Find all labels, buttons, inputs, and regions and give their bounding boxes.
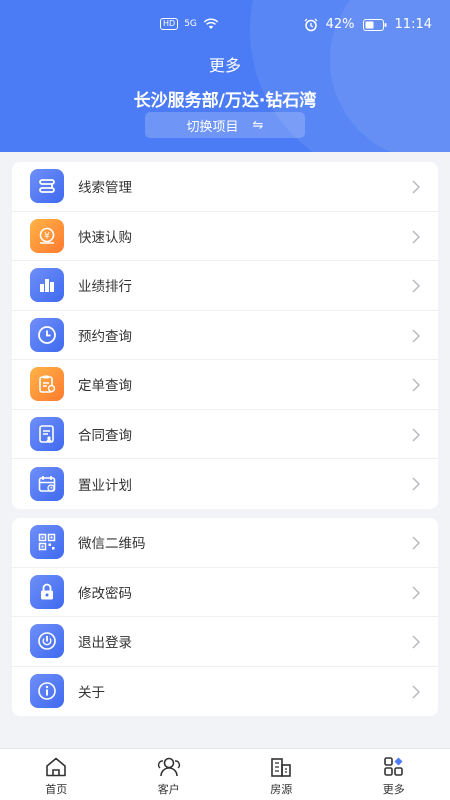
power-icon [30, 624, 64, 659]
menu-item-about[interactable]: 关于 [12, 667, 438, 717]
chevron-right-icon [412, 585, 420, 604]
hd-badge: HD [160, 18, 179, 30]
clock-icon [30, 317, 64, 352]
alarm-icon [304, 18, 318, 32]
chevron-right-icon [412, 179, 420, 198]
menu-card-main: 线索管理 ¥ 快速认购 业绩排行 预约查询 定单查询 合同查询 置业计划 [12, 162, 438, 509]
menu-card-account: 微信二维码 修改密码 退出登录 关于 [12, 518, 438, 716]
menu-item-performance-ranking[interactable]: 业绩排行 [12, 261, 438, 311]
chevron-right-icon [412, 634, 420, 653]
menu-item-label: 合同查询 [78, 427, 132, 444]
switch-project-label: 切换项目 [186, 119, 239, 135]
customers-icon [156, 756, 182, 778]
chevron-right-icon [412, 377, 420, 396]
battery-icon [362, 18, 387, 31]
qr-code-icon [30, 525, 64, 560]
building-icon [269, 756, 293, 778]
chevron-right-icon [412, 535, 420, 554]
menu-item-quick-subscribe[interactable]: ¥ 快速认购 [12, 212, 438, 261]
clock-time: 11:14 [394, 17, 432, 32]
menu-item-label: 修改密码 [78, 585, 132, 602]
menu-item-appointment-query[interactable]: 预约查询 [12, 311, 438, 360]
chevron-right-icon [412, 278, 420, 297]
header: HD 5G 42% 11:14 更多 长沙服务部/万达·钻石湾 切换项目 ⇋ [0, 0, 450, 152]
more-grid-icon [382, 756, 406, 778]
calendar-icon [30, 466, 64, 501]
info-icon [30, 674, 64, 709]
menu-item-order-query[interactable]: 定单查询 [12, 360, 438, 410]
tab-label: 客户 [157, 783, 180, 796]
menu-item-label: 预约查询 [78, 328, 132, 345]
wifi-icon [203, 18, 219, 30]
yuan-coin-icon: ¥ [30, 218, 64, 253]
menu-item-label: 置业计划 [78, 477, 132, 494]
contract-icon [30, 416, 64, 451]
menu-item-label: 微信二维码 [78, 536, 146, 553]
tab-home[interactable]: 首页 [0, 749, 113, 800]
swap-arrows-icon: ⇋ [252, 117, 264, 133]
tab-customers[interactable]: 客户 [113, 749, 226, 800]
project-name: 长沙服务部/万达·钻石湾 [133, 91, 317, 111]
tab-more[interactable]: 更多 [338, 749, 450, 800]
menu-item-label: 线索管理 [78, 180, 132, 197]
page-title: 更多 [208, 56, 241, 75]
home-icon [44, 756, 68, 778]
chevron-right-icon [412, 684, 420, 703]
tab-label: 首页 [45, 783, 68, 796]
chevron-right-icon [412, 229, 420, 248]
menu-item-label: 退出登录 [78, 635, 132, 652]
route-icon [30, 169, 64, 204]
menu-item-change-password[interactable]: 修改密码 [12, 568, 438, 617]
menu-item-contract-query[interactable]: 合同查询 [12, 410, 438, 459]
menu-item-label: 定单查询 [78, 378, 132, 395]
menu-item-label: 关于 [78, 685, 105, 702]
lock-icon [30, 574, 64, 609]
switch-project-button[interactable]: 切换项目 ⇋ [145, 112, 305, 138]
bottom-tab-bar: 首页 客户 房源 更多 [0, 748, 450, 800]
chevron-right-icon [412, 476, 420, 495]
svg-text:¥: ¥ [44, 231, 50, 241]
tab-listings[interactable]: 房源 [225, 749, 338, 800]
bar-chart-icon [30, 268, 64, 303]
chevron-right-icon [412, 427, 420, 446]
menu-item-logout[interactable]: 退出登录 [12, 617, 438, 667]
tab-label: 更多 [382, 783, 405, 796]
tab-label: 房源 [270, 783, 293, 796]
menu-item-label: 业绩排行 [78, 279, 132, 296]
status-bar: HD 5G 42% 11:14 [0, 0, 450, 52]
battery-percent: 42% [325, 17, 355, 32]
menu-item-purchase-plan[interactable]: 置业计划 [12, 459, 438, 509]
signal-indicator: 5G [184, 19, 197, 29]
menu-item-label: 快速认购 [78, 229, 132, 246]
menu-item-lead-management[interactable]: 线索管理 [12, 162, 438, 212]
chevron-right-icon [412, 328, 420, 347]
menu-item-wechat-qr[interactable]: 微信二维码 [12, 518, 438, 568]
clipboard-search-icon [30, 367, 64, 402]
